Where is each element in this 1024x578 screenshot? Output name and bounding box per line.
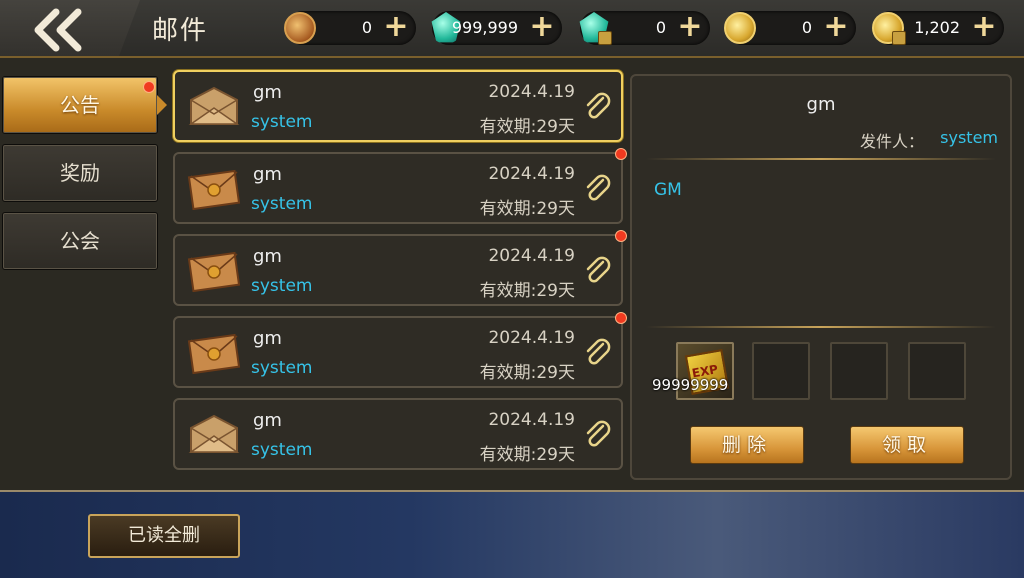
delete-all-read-button[interactable]: 已读全删: [88, 514, 240, 558]
unread-badge: [615, 312, 627, 324]
delete-button[interactable]: 删除: [690, 426, 804, 464]
claim-button[interactable]: 领取: [850, 426, 964, 464]
mail-date: 2024.4.19: [488, 328, 575, 348]
tab-rewards[interactable]: 奖励: [2, 144, 158, 202]
currency-value: 0: [801, 18, 812, 37]
mail-sender: gm: [253, 82, 282, 103]
add-currency-button[interactable]: +: [526, 12, 558, 44]
add-currency-button[interactable]: +: [380, 12, 412, 44]
mail-sender: gm: [253, 328, 282, 349]
mail-sender: gm: [253, 246, 282, 267]
paperclip-icon: [586, 174, 611, 201]
mail-item[interactable]: gm system 2024.4.19 有效期:29天: [173, 148, 627, 224]
mail-date: 2024.4.19: [488, 82, 575, 102]
page-title: 邮件: [152, 16, 209, 46]
currency-locked-gem: 0 +: [579, 11, 710, 45]
currency-bronze-coin: 0 +: [284, 11, 416, 45]
sealed-envelope-icon: [187, 333, 241, 374]
currency-gold-coin: 0 +: [724, 11, 856, 45]
mail-expiry: 有效期:29天: [479, 199, 575, 219]
currency-value: 0: [361, 18, 372, 37]
bronze-coin-icon: [284, 12, 316, 44]
add-currency-button[interactable]: +: [968, 12, 1000, 44]
mail-date: 2024.4.19: [488, 410, 575, 430]
paperclip-icon: [586, 256, 611, 283]
unread-badge: [615, 230, 627, 242]
currency-locked-gold-coin: 1,202 +: [872, 11, 1004, 45]
notification-badge: [143, 81, 155, 93]
mail-item[interactable]: gm system 2024.4.19 有效期:29天: [173, 398, 623, 470]
tab-label: 公告: [60, 93, 100, 117]
paperclip-icon: [586, 338, 611, 365]
mail-expiry: 有效期:29天: [479, 445, 575, 465]
currency-value: 1,202: [914, 18, 960, 37]
mail-item[interactable]: gm system 2024.4.19 有效期:29天: [173, 312, 627, 388]
mail-from: system: [251, 194, 313, 214]
add-currency-button[interactable]: +: [674, 12, 706, 44]
detail-body: GM: [654, 180, 682, 200]
divider: [646, 326, 996, 328]
mail-detail-panel: gm 发件人： system GM EXP 99999999 删除 领取: [630, 74, 1012, 480]
paperclip-icon: [586, 420, 611, 447]
detail-from: system: [940, 128, 998, 147]
detail-sender: gm: [806, 94, 836, 115]
gold-coin-icon: [724, 12, 756, 44]
currency-value: 999,999: [451, 18, 518, 37]
mail-from: system: [251, 358, 313, 378]
top-bar: 邮件 0 + 999,999 + 0 + 0 + 1,202 +: [0, 0, 1024, 58]
mail-date: 2024.4.19: [488, 164, 575, 184]
mail-expiry: 有效期:29天: [479, 281, 575, 301]
open-envelope-icon: [188, 86, 240, 125]
mail-expiry: 有效期:29天: [479, 117, 575, 137]
empty-attachment-slot: [908, 342, 966, 400]
lock-icon: [892, 31, 906, 45]
lock-icon: [598, 31, 612, 45]
empty-attachment-slot: [752, 342, 810, 400]
tab-label: 公会: [60, 229, 100, 253]
double-chevron-left-icon: [34, 8, 82, 52]
attachment-count: 99999999: [652, 376, 729, 394]
add-currency-button[interactable]: +: [820, 12, 852, 44]
empty-attachment-slot: [830, 342, 888, 400]
open-envelope-icon: [188, 414, 240, 453]
detail-from-label: 发件人：: [859, 132, 924, 151]
currency-value: 0: [655, 18, 666, 37]
sealed-envelope-icon: [187, 169, 241, 210]
mail-sender: gm: [253, 164, 282, 185]
mail-from: system: [251, 276, 313, 296]
mail-from: system: [251, 112, 313, 132]
mail-sender: gm: [253, 410, 282, 431]
currency-gem: 999,999 +: [431, 11, 562, 45]
unread-badge: [615, 148, 627, 160]
mail-expiry: 有效期:29天: [479, 363, 575, 383]
sealed-envelope-icon: [187, 251, 241, 292]
divider: [646, 158, 996, 160]
tab-guild[interactable]: 公会: [2, 212, 158, 270]
mail-item[interactable]: gm system 2024.4.19 有效期:29天: [173, 230, 627, 306]
back-button[interactable]: [30, 8, 90, 52]
tab-label: 奖励: [60, 161, 100, 185]
paperclip-icon: [586, 92, 611, 119]
mail-date: 2024.4.19: [488, 246, 575, 266]
tab-announcement[interactable]: 公告: [2, 76, 167, 134]
mail-item[interactable]: gm system 2024.4.19 有效期:29天: [173, 70, 623, 142]
mail-from: system: [251, 440, 313, 460]
bottom-bar: 已读全删: [0, 490, 1024, 578]
